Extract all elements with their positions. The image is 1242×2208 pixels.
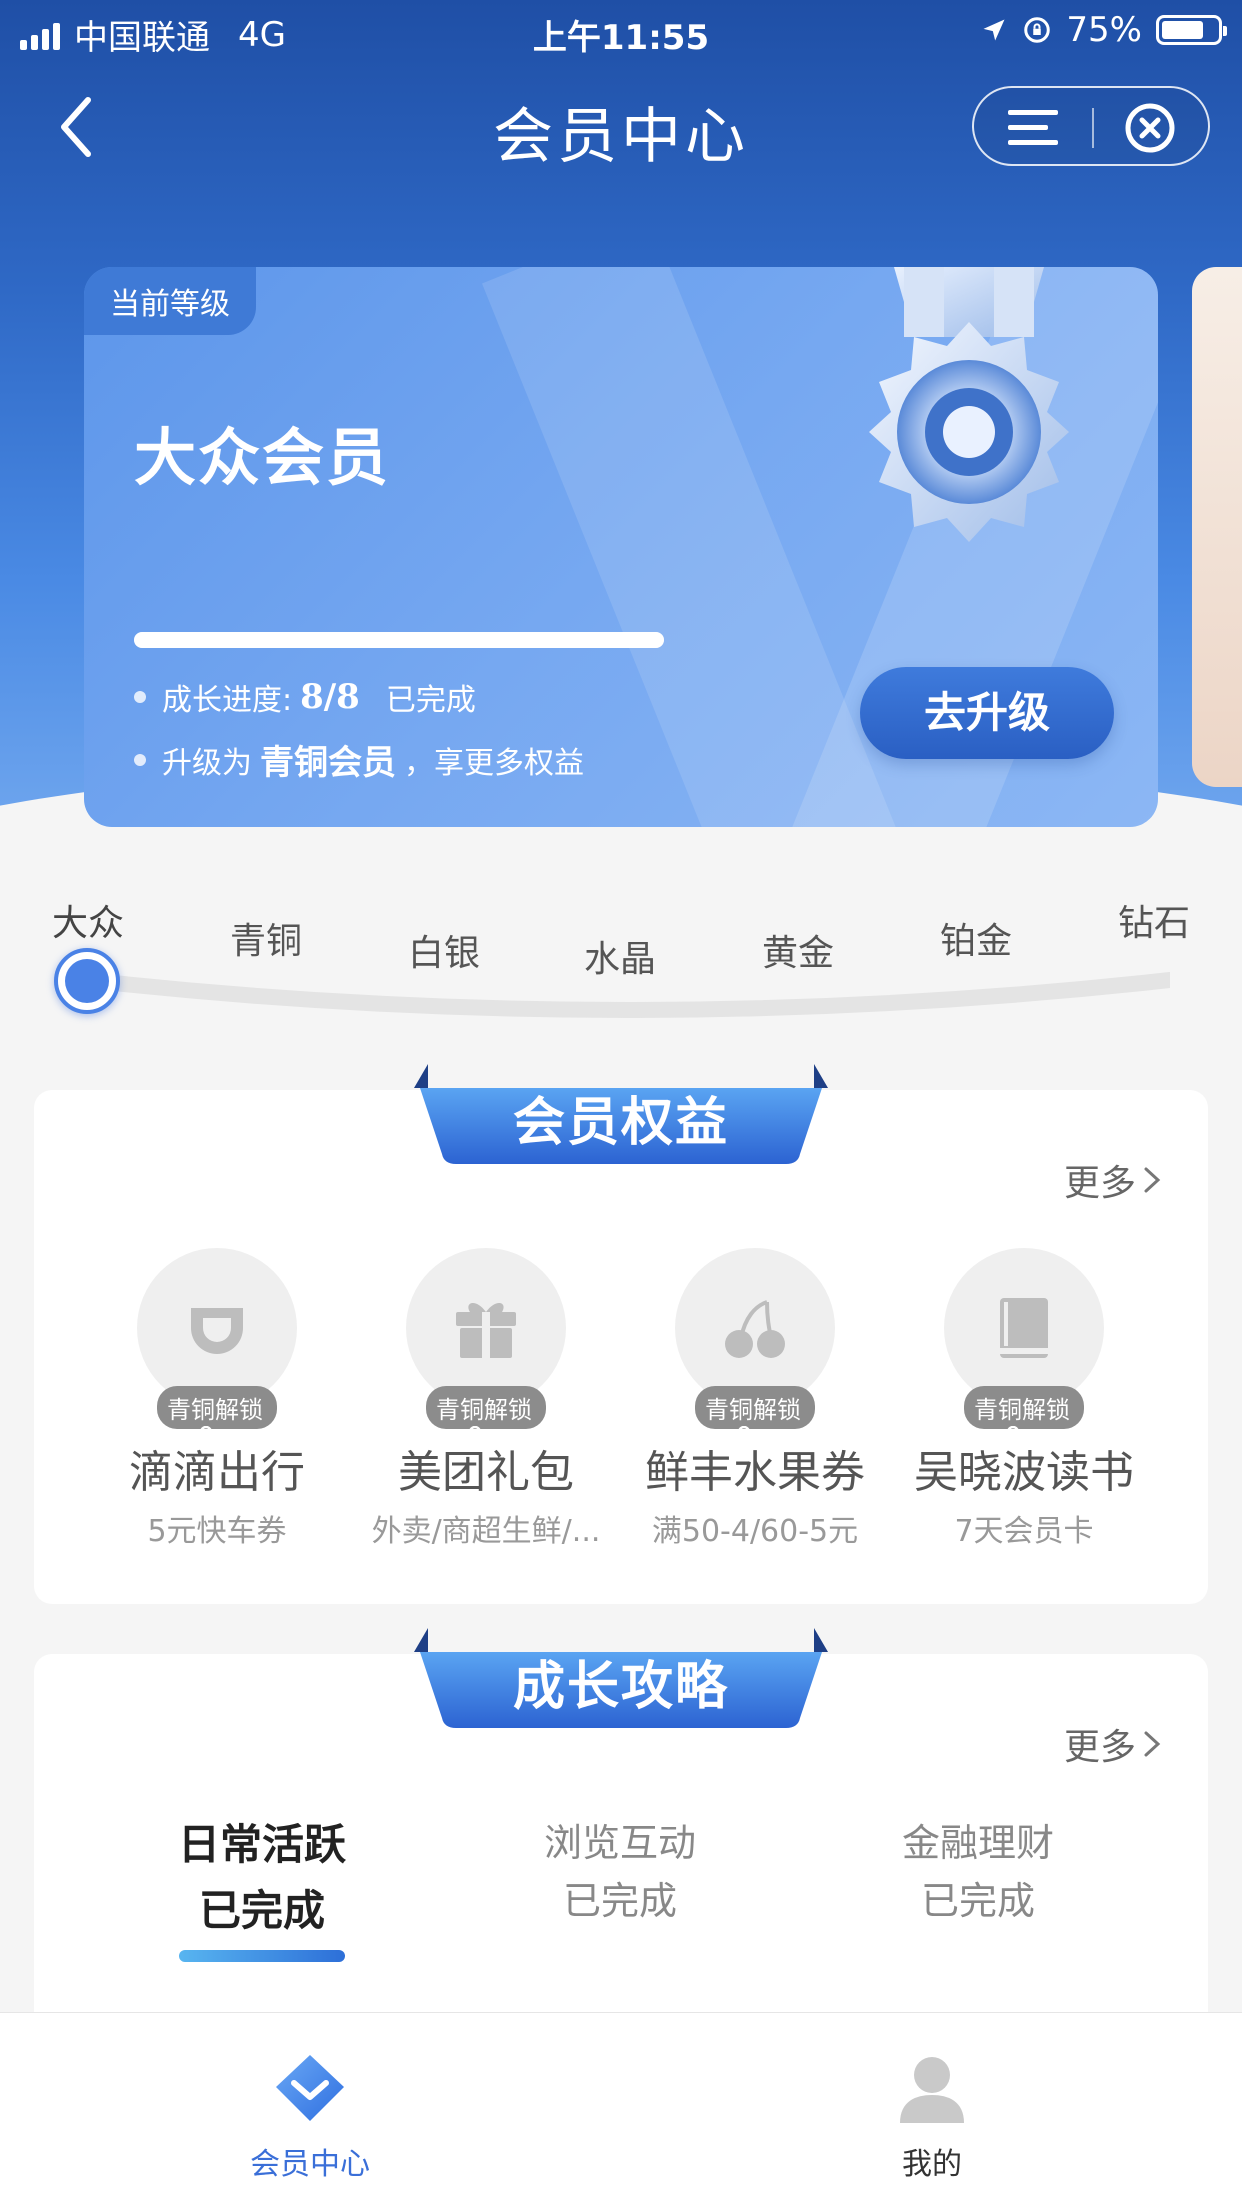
level-track: 大众 青铜 白银 水晶 黄金 铂金 钻石: [0, 880, 1242, 1040]
upgrade-prefix: 升级为: [162, 745, 252, 781]
cherry-icon: [725, 1300, 785, 1358]
section-ribbon: [414, 1064, 828, 1164]
benefit-name: 吴晓波读书: [914, 1447, 1134, 1498]
benefits-section: 会员权益 更多 青铜解锁 滴滴出行 5元快车券 青铜解锁 美团礼包 外卖/商超生…: [34, 1064, 1208, 1604]
current-level-dot: [54, 948, 120, 1014]
benefit-item[interactable]: 青铜解锁 美团礼包 外卖/商超生鲜/...: [361, 1248, 611, 1550]
tab-finance[interactable]: 金融理财 已完成: [828, 1814, 1128, 1930]
level-label[interactable]: 铂金: [940, 912, 1012, 964]
tab-title: 日常活跃: [177, 1820, 346, 1869]
battery-icon: [1156, 15, 1227, 45]
benefit-item[interactable]: 青铜解锁 滴滴出行 5元快车券: [92, 1248, 342, 1550]
benefit-desc: 5元快车券: [147, 1514, 287, 1549]
location-arrow-icon: [983, 19, 1005, 41]
tabbar-label: 会员中心: [250, 2147, 370, 2182]
chevron-right-icon: [1144, 1731, 1161, 1757]
lock-badge: 青铜解锁: [426, 1386, 546, 1447]
close-circle-icon[interactable]: [1124, 102, 1176, 154]
status-bar: 中国联通 4G 上午11:55 75%: [0, 0, 1242, 62]
more-label: 更多: [1063, 1163, 1136, 1204]
tabbar-item-member-center[interactable]: 会员中心: [160, 2049, 460, 2183]
benefit-item[interactable]: 青铜解锁 鲜丰水果券 满50-4/60-5元: [630, 1248, 880, 1550]
bottom-tab-bar: 会员中心 我的: [0, 2012, 1242, 2208]
level-label[interactable]: 青铜: [230, 912, 302, 964]
level-label[interactable]: 水晶: [584, 930, 656, 982]
level-label[interactable]: 钻石: [1118, 894, 1190, 946]
tab-active-indicator: [179, 1950, 345, 1962]
lock-icon: [198, 1426, 214, 1447]
battery-percent: 75%: [1066, 10, 1142, 50]
level-label[interactable]: 大众: [52, 894, 124, 946]
menu-icon[interactable]: [1008, 108, 1058, 148]
current-level-tag: 当前等级: [84, 267, 256, 335]
benefit-name: 鲜丰水果券: [645, 1447, 865, 1498]
lock-badge: 青铜解锁: [964, 1386, 1084, 1447]
upgrade-button[interactable]: 去升级: [860, 667, 1114, 759]
tabbar-item-mine[interactable]: 我的: [782, 2049, 1082, 2183]
lock-badge: 青铜解锁: [695, 1386, 815, 1447]
current-level-card: 当前等级 大众会员 成长进度: 8/8 已完成 升级为 青铜会员 ，享更多权益 …: [84, 267, 1158, 827]
capsule-divider: [1092, 108, 1094, 148]
benefits-more-link[interactable]: 更多: [1064, 1154, 1162, 1206]
tab-status: 已完成: [920, 1879, 1035, 1923]
upgrade-suffix: ，享更多权益: [404, 745, 584, 781]
benefit-name: 美团礼包: [398, 1447, 574, 1498]
more-label: 更多: [1063, 1727, 1136, 1768]
user-icon: [900, 2057, 964, 2123]
chevron-right-icon: [1144, 1167, 1161, 1193]
lock-badge: 青铜解锁: [157, 1386, 277, 1447]
tab-daily-active[interactable]: 日常活跃 已完成: [112, 1812, 412, 1962]
growth-progress-label: 成长进度:: [162, 683, 293, 718]
diamond-icon: [276, 2055, 344, 2121]
lock-icon: [467, 1426, 483, 1447]
benefit-item[interactable]: 青铜解锁 吴晓波读书 7天会员卡: [899, 1248, 1149, 1550]
level-label[interactable]: 白银: [408, 924, 480, 976]
benefit-name: 滴滴出行: [129, 1447, 305, 1498]
lock-icon: [736, 1426, 752, 1447]
section-ribbon: [414, 1628, 828, 1728]
mini-program-capsule: [972, 86, 1210, 166]
benefit-desc: 7天会员卡: [954, 1514, 1094, 1549]
medal-icon: [869, 267, 1069, 542]
tab-title: 金融理财: [901, 1821, 1054, 1865]
benefit-desc: 外卖/商超生鲜/...: [371, 1514, 601, 1549]
tab-browse-interact[interactable]: 浏览互动 已完成: [470, 1814, 770, 1930]
growth-strategy-section: 成长攻略 更多 日常活跃 已完成 浏览互动 已完成 金融理财 已完成: [34, 1628, 1208, 2074]
lock-icon: [1005, 1426, 1021, 1447]
growth-progress-value: 8/8: [300, 677, 360, 717]
growth-progress-status: 已完成: [385, 683, 476, 718]
next-level-card-peek[interactable]: [1192, 267, 1242, 787]
tab-title: 浏览互动: [543, 1821, 696, 1865]
growth-progress-bar: [134, 632, 664, 648]
growth-progress-line: 成长进度: 8/8 已完成: [134, 675, 476, 719]
tab-status: 已完成: [562, 1879, 677, 1923]
benefit-desc: 满50-4/60-5元: [651, 1514, 859, 1549]
book-icon: [1000, 1298, 1048, 1358]
upgrade-target-level: 青铜会员: [260, 743, 396, 783]
didi-icon: [191, 1308, 243, 1354]
level-name: 大众会员: [134, 421, 391, 494]
tab-status: 已完成: [198, 1886, 325, 1935]
level-label[interactable]: 黄金: [762, 924, 834, 976]
tabbar-label: 我的: [902, 2147, 962, 2182]
rotation-lock-icon: [1024, 17, 1051, 43]
gift-icon: [456, 1302, 516, 1358]
growth-more-link[interactable]: 更多: [1064, 1718, 1162, 1770]
upgrade-hint-line: 升级为 青铜会员 ，享更多权益: [134, 735, 584, 784]
